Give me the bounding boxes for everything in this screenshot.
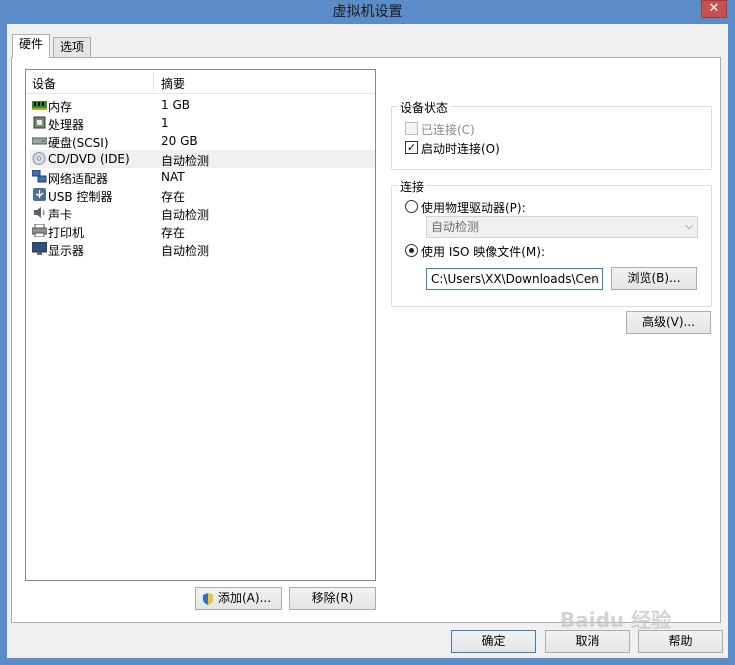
connect-at-power-on-checkbox[interactable]: ✓ [405,141,418,154]
device-row-harddisk[interactable]: 硬盘(SCSI) 20 GB [30,132,375,150]
column-separator[interactable] [153,72,154,92]
virtual-machine-settings-window: 虚拟机设置 ✕ 硬件 选项 设备 摘要 内存 1 GB 处理器 1 硬盘(SCS… [0,0,735,665]
close-window-button[interactable]: ✕ [701,0,727,18]
device-summary: 自动检测 [161,208,210,222]
device-summary: NAT [161,170,185,184]
device-summary: 自动检测 [161,154,210,168]
use-iso-image-radio[interactable] [405,244,418,257]
add-device-button[interactable]: 添加(A)... [195,587,282,610]
device-row-usb-controller[interactable]: USB 控制器 存在 [30,186,375,204]
add-device-label: 添加(A)... [218,591,272,605]
dialog-client: 硬件 选项 设备 摘要 内存 1 GB 处理器 1 硬盘(SCSI) 20 GB… [7,24,728,658]
column-header-summary[interactable]: 摘要 [161,75,185,92]
device-row-display[interactable]: 显示器 自动检测 [30,240,375,258]
device-summary: 1 GB [161,98,190,112]
remove-device-button[interactable]: 移除(R) [289,587,376,610]
device-summary: 20 GB [161,134,198,148]
connected-label: 已连接(C) [421,123,475,137]
usb-icon [33,188,46,201]
device-row-memory[interactable]: 内存 1 GB [30,96,375,114]
device-row-processor[interactable]: 处理器 1 [30,114,375,132]
physical-drive-value: 自动检测 [431,220,480,234]
device-name: CD/DVD (IDE) [48,152,130,166]
connected-checkbox[interactable] [405,122,418,135]
device-name: 网络适配器 [48,172,109,186]
iso-path-input[interactable]: C:\Users\XX\Downloads\Cen ⌵ [426,268,603,290]
chevron-down-icon: ⌵ [685,221,693,232]
window-title: 虚拟机设置 [0,0,735,24]
device-row-cd-dvd[interactable]: CD/DVD (IDE) 自动检测 [30,150,375,168]
device-summary: 自动检测 [161,244,210,258]
device-status-group: 设备状态 [391,99,712,170]
harddisk-icon [32,137,47,145]
shield-icon [203,593,213,605]
device-row-printer[interactable]: 打印机 存在 [30,222,375,240]
device-summary: 存在 [161,226,186,240]
network-adapter-icon [32,170,47,183]
tab-options[interactable]: 选项 [53,37,92,57]
iso-path-value: C:\Users\XX\Downloads\Cen [431,272,599,286]
device-list[interactable]: 设备 摘要 内存 1 GB 处理器 1 硬盘(SCSI) 20 GB CD/DV… [25,69,376,581]
memory-icon [32,101,47,110]
use-physical-drive-radio[interactable] [405,200,418,213]
cancel-button[interactable]: 取消 [545,630,630,653]
tab-hardware[interactable]: 硬件 [12,34,51,58]
device-row-sound-card[interactable]: 声卡 自动检测 [30,204,375,222]
device-name: 硬盘(SCSI) [48,136,109,150]
device-summary: 1 [161,116,169,130]
browse-button[interactable]: 浏览(B)... [611,267,697,290]
device-name: 显示器 [48,244,85,258]
device-summary: 存在 [161,190,186,204]
use-iso-image-label: 使用 ISO 映像文件(M): [421,245,545,259]
device-name: USB 控制器 [48,190,113,204]
connection-title: 连接 [398,178,427,195]
device-name: 处理器 [48,118,85,132]
advanced-button[interactable]: 高级(V)... [626,311,711,334]
use-physical-drive-label: 使用物理驱动器(P): [421,201,526,215]
cd-dvd-icon [32,152,46,165]
sound-card-icon [34,207,45,218]
cpu-icon [33,116,46,129]
connect-at-power-on-label: 启动时连接(O) [421,142,500,156]
ok-button[interactable]: 确定 [451,630,536,653]
device-row-network-adapter[interactable]: 网络适配器 NAT [30,168,375,186]
chevron-down-icon[interactable]: ⌵ [590,269,598,289]
device-status-title: 设备状态 [398,99,451,116]
help-button[interactable]: 帮助 [638,630,723,653]
column-header-device[interactable]: 设备 [32,75,56,92]
device-list-header: 设备 摘要 [26,70,375,94]
physical-drive-select[interactable]: 自动检测 ⌵ [426,216,698,238]
display-icon [32,242,47,255]
device-name: 声卡 [48,208,73,222]
device-name: 内存 [48,100,73,114]
baidu-watermark: Baidu 经验 [560,608,672,632]
hardware-tab-page: 设备 摘要 内存 1 GB 处理器 1 硬盘(SCSI) 20 GB CD/DV… [11,57,721,623]
printer-icon [32,224,47,237]
device-name: 打印机 [48,226,85,240]
